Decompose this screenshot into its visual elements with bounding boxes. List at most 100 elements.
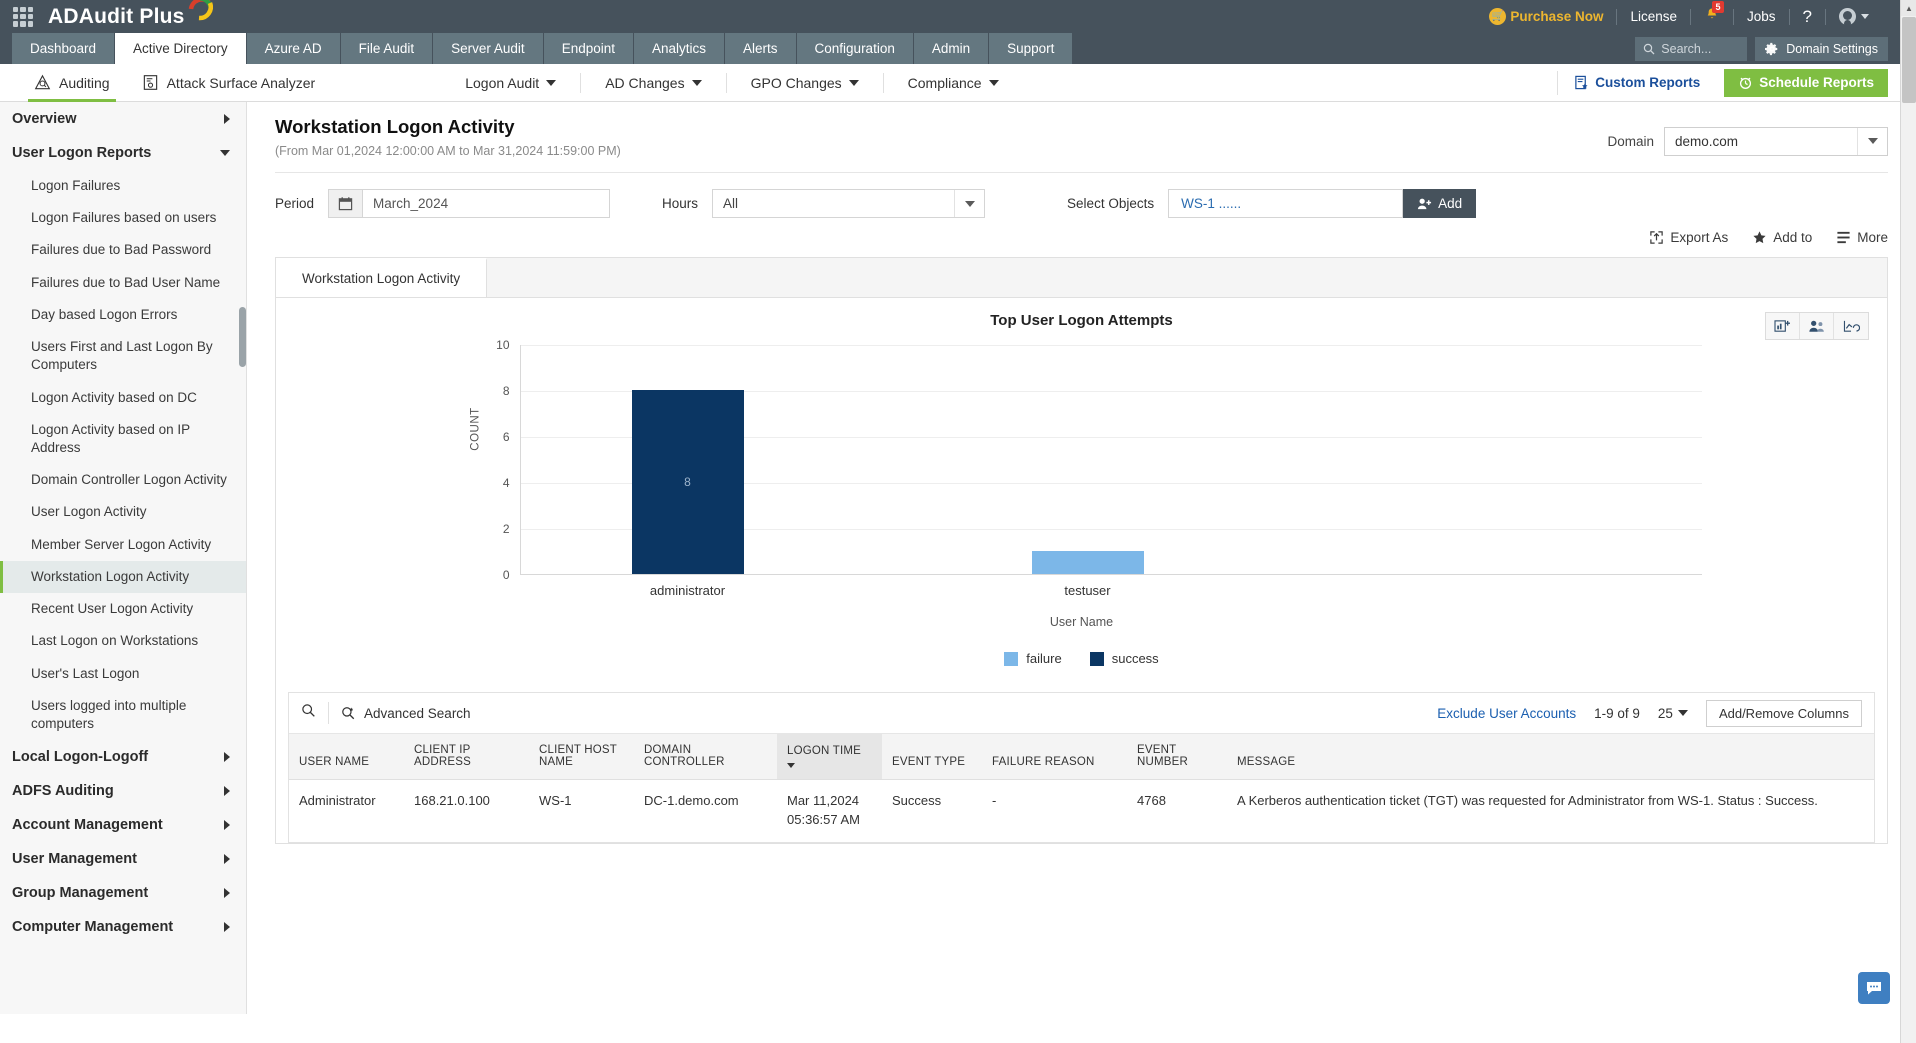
menu-logon-audit[interactable]: Logon Audit bbox=[441, 73, 580, 93]
sidebar-item-logon-activity-based-on-ip-address[interactable]: Logon Activity based on IP Address bbox=[0, 414, 246, 464]
menu-compliance[interactable]: Compliance bbox=[882, 72, 1023, 93]
sidebar-item-logon-failures[interactable]: Logon Failures bbox=[0, 170, 246, 202]
sidebar-item-users-logged-into-multiple-computers[interactable]: Users logged into multiple computers bbox=[0, 690, 246, 740]
table-row[interactable]: Administrator 168.21.0.100 WS-1 DC-1.dem… bbox=[289, 780, 1874, 842]
custom-reports-button[interactable]: Custom Reports bbox=[1557, 70, 1716, 95]
select-objects-label: Select Objects bbox=[1067, 196, 1155, 211]
period-picker[interactable] bbox=[328, 189, 611, 218]
column-header-message[interactable]: MESSAGE bbox=[1227, 733, 1874, 780]
domain-settings-button[interactable]: Domain Settings bbox=[1755, 37, 1888, 61]
column-header-logon-time[interactable]: LOGON TIME bbox=[777, 733, 882, 780]
tab-dashboard[interactable]: Dashboard bbox=[12, 33, 116, 64]
sidebar-item-users-first-and-last-logon-by-computers[interactable]: Users First and Last Logon By Computers bbox=[0, 331, 246, 381]
tab-file-audit[interactable]: File Audit bbox=[340, 33, 434, 64]
sidebar-group-account-management[interactable]: Account Management bbox=[0, 808, 246, 842]
column-header-client-host-name[interactable]: CLIENT HOST NAME bbox=[529, 733, 634, 780]
more-button[interactable]: More bbox=[1836, 230, 1888, 245]
legend-item-failure[interactable]: failure bbox=[1004, 651, 1062, 666]
sidebar-group-user-logon-reports[interactable]: User Logon Reports bbox=[0, 136, 246, 170]
license-link[interactable]: License bbox=[1617, 9, 1690, 24]
page-scrollbar[interactable]: ▲ bbox=[1900, 0, 1916, 1043]
jobs-link[interactable]: Jobs bbox=[1734, 9, 1789, 24]
chat-support-button[interactable] bbox=[1858, 972, 1890, 1004]
column-header-event-number[interactable]: EVENT NUMBER bbox=[1127, 733, 1227, 780]
sidebar-item-workstation-logon-activity[interactable]: Workstation Logon Activity bbox=[0, 560, 246, 594]
sidebar-item-last-logon-on-workstations[interactable]: Last Logon on Workstations bbox=[0, 625, 246, 657]
tab-endpoint[interactable]: Endpoint bbox=[543, 33, 634, 64]
sidebar-group-label: Overview bbox=[12, 111, 77, 127]
sub-nav-label: Attack Surface Analyzer bbox=[166, 74, 316, 91]
sidebar-item-recent-user-logon-activity[interactable]: Recent User Logon Activity bbox=[0, 593, 246, 625]
tab-configuration[interactable]: Configuration bbox=[796, 33, 914, 64]
sidebar-item-auditing[interactable]: Auditing bbox=[18, 64, 126, 102]
tab-support[interactable]: Support bbox=[989, 33, 1074, 64]
tab-admin[interactable]: Admin bbox=[913, 33, 990, 64]
tab-analytics[interactable]: Analytics bbox=[633, 33, 726, 64]
help-button[interactable]: ? bbox=[1790, 7, 1825, 27]
tab-azure-ad[interactable]: Azure AD bbox=[246, 33, 341, 64]
exclude-user-accounts-link[interactable]: Exclude User Accounts bbox=[1437, 706, 1576, 721]
hours-select[interactable]: All bbox=[712, 189, 986, 218]
export-as-button[interactable]: Export As bbox=[1649, 230, 1728, 245]
column-header-domain-controller[interactable]: DOMAIN CONTROLLER bbox=[634, 733, 777, 780]
sidebar-item-member-server-logon-activity[interactable]: Member Server Logon Activity bbox=[0, 529, 246, 561]
sidebar: Overview User Logon Reports Logon Failur… bbox=[0, 102, 247, 1014]
y-tick: 8 bbox=[502, 384, 510, 398]
menu-ad-changes[interactable]: AD Changes bbox=[580, 72, 725, 93]
column-label: FAILURE REASON bbox=[992, 756, 1095, 768]
sidebar-item-user-logon-activity[interactable]: User Logon Activity bbox=[0, 496, 246, 528]
search-icon bbox=[1644, 43, 1655, 55]
sidebar-item-logon-failures-based-on-users[interactable]: Logon Failures based on users bbox=[0, 202, 246, 234]
sidebar-item-users-last-logon[interactable]: User's Last Logon bbox=[0, 658, 246, 690]
sidebar-group-local-logon-logoff[interactable]: Local Logon-Logoff bbox=[0, 740, 246, 774]
sidebar-group-user-management[interactable]: User Management bbox=[0, 842, 246, 876]
add-button[interactable]: Add bbox=[1403, 189, 1477, 218]
apps-grid-icon[interactable] bbox=[12, 6, 34, 28]
chevron-down-icon bbox=[691, 79, 702, 86]
tab-workstation-logon-activity[interactable]: Workstation Logon Activity bbox=[276, 258, 488, 297]
sidebar-item-day-based-logon-errors[interactable]: Day based Logon Errors bbox=[0, 299, 246, 331]
sort-desc-icon bbox=[787, 763, 795, 768]
cell-event-number: 4768 bbox=[1137, 793, 1166, 808]
sidebar-item-domain-controller-logon-activity[interactable]: Domain Controller Logon Activity bbox=[0, 464, 246, 496]
sidebar-item-failures-due-to-bad-password[interactable]: Failures due to Bad Password bbox=[0, 234, 246, 266]
sidebar-item-failures-due-to-bad-user-name[interactable]: Failures due to Bad User Name bbox=[0, 267, 246, 299]
search-icon[interactable] bbox=[301, 703, 316, 723]
scrollbar-thumb[interactable] bbox=[1902, 17, 1916, 103]
domain-select[interactable]: demo.com bbox=[1664, 126, 1888, 156]
column-header-event-type[interactable]: EVENT TYPE bbox=[882, 733, 982, 780]
sidebar-scrollbar[interactable] bbox=[239, 307, 246, 367]
scroll-up-arrow[interactable]: ▲ bbox=[1901, 0, 1916, 16]
column-header-client-ip-address[interactable]: CLIENT IP ADDRESS bbox=[404, 733, 529, 780]
add-chart-icon[interactable] bbox=[1766, 313, 1800, 339]
period-input[interactable] bbox=[363, 190, 610, 217]
column-header-failure-reason[interactable]: FAILURE REASON bbox=[982, 733, 1127, 780]
sidebar-group-overview[interactable]: Overview bbox=[0, 102, 246, 136]
add-to-button[interactable]: Add to bbox=[1752, 230, 1812, 245]
tab-alerts[interactable]: Alerts bbox=[725, 33, 797, 64]
user-account-menu[interactable] bbox=[1826, 8, 1882, 25]
sidebar-item-logon-activity-based-on-dc[interactable]: Logon Activity based on DC bbox=[0, 382, 246, 414]
sidebar-item-attack-surface-analyzer[interactable]: Attack Surface Analyzer bbox=[126, 64, 332, 102]
legend-item-success[interactable]: success bbox=[1089, 651, 1159, 666]
select-objects-field[interactable]: WS-1 ...... bbox=[1168, 189, 1404, 218]
bar-administrator-success[interactable]: 8 bbox=[631, 390, 744, 574]
purchase-now-button[interactable]: 🛒 Purchase Now bbox=[1476, 8, 1616, 25]
bar-testuser-failure[interactable]: 1 bbox=[1031, 530, 1144, 574]
page-size-select[interactable]: 25 bbox=[1658, 706, 1688, 721]
tab-server-audit[interactable]: Server Audit bbox=[433, 33, 544, 64]
tab-active-directory[interactable]: Active Directory bbox=[115, 33, 247, 64]
sidebar-group-group-management[interactable]: Group Management bbox=[0, 876, 246, 910]
schedule-reports-button[interactable]: Schedule Reports bbox=[1724, 68, 1888, 97]
table-toolbar: Advanced Search Exclude User Accounts 1-… bbox=[289, 693, 1874, 733]
line-chart-icon[interactable] bbox=[1834, 313, 1868, 339]
sidebar-group-computer-management[interactable]: Computer Management bbox=[0, 910, 246, 944]
column-header-user-name[interactable]: USER NAME bbox=[289, 733, 404, 780]
search-input[interactable]: Search... bbox=[1635, 37, 1748, 61]
advanced-search-button[interactable]: Advanced Search bbox=[341, 706, 471, 721]
sidebar-group-adfs-auditing[interactable]: ADFS Auditing bbox=[0, 774, 246, 808]
add-remove-columns-button[interactable]: Add/Remove Columns bbox=[1705, 699, 1862, 727]
menu-gpo-changes[interactable]: GPO Changes bbox=[725, 72, 883, 93]
user-chart-icon[interactable] bbox=[1800, 313, 1834, 339]
notifications-button[interactable]: 5 bbox=[1691, 1, 1733, 26]
